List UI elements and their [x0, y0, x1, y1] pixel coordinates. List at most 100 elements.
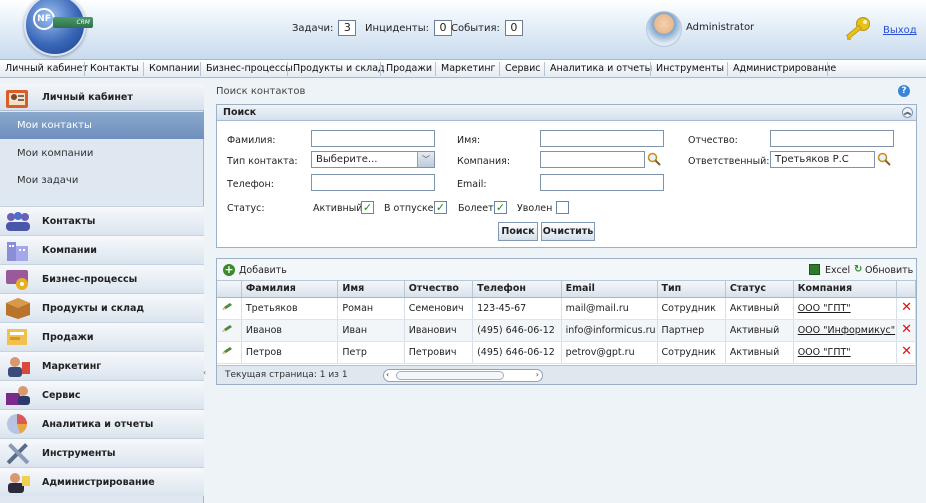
company-search-icon[interactable]	[647, 152, 661, 166]
collapse-icon[interactable]: ︽	[902, 107, 913, 118]
company-link[interactable]: ООО "Информикус"	[798, 325, 895, 336]
column-header[interactable]: Тип	[657, 281, 726, 298]
events-count[interactable]: 0	[504, 20, 523, 36]
sidebar-item-my-tasks[interactable]: Мои задачи	[0, 167, 204, 194]
incidents-count[interactable]: 0	[434, 20, 453, 36]
sidebar-item-analytics[interactable]: Аналитика и отчеты	[0, 409, 204, 438]
sidebar-item-business-processes[interactable]: Бизнес-процессы	[0, 264, 204, 293]
column-header[interactable]: Фамилия	[241, 281, 339, 298]
delete-icon[interactable]: ✕	[901, 322, 912, 337]
edit-cell[interactable]	[217, 319, 242, 342]
events-counter[interactable]: События: 0	[451, 20, 523, 36]
edit-cell[interactable]	[217, 297, 242, 320]
clear-button[interactable]: Очистить	[541, 222, 595, 241]
status-active-checkbox[interactable]: ✓	[361, 201, 374, 214]
add-button[interactable]: Добавить	[239, 265, 287, 276]
search-button[interactable]: Поиск	[498, 222, 538, 241]
top-menu-item[interactable]: Сервис	[505, 63, 541, 74]
top-menu-item[interactable]: Продажи	[386, 63, 432, 74]
status-sick-checkbox[interactable]: ✓	[494, 201, 507, 214]
cell-status: Активный	[725, 341, 794, 364]
refresh-icon[interactable]: ↻	[854, 264, 862, 275]
top-menu-item[interactable]: Компании	[149, 63, 199, 74]
phone-input[interactable]	[311, 174, 435, 191]
cell-phone: 123-45-67	[472, 297, 562, 320]
delete-icon[interactable]: ✕	[901, 344, 912, 359]
logout-link[interactable]: Выход	[883, 25, 917, 36]
column-header[interactable]: Email	[561, 281, 658, 298]
top-menu-item[interactable]: Инструменты	[656, 63, 724, 74]
responsible-input[interactable]: Третьяков Р.С	[770, 151, 875, 168]
top-menu-item[interactable]: Продукты и склад	[293, 63, 385, 74]
chevron-down-icon[interactable]: ﹀	[417, 152, 434, 167]
status-vacation-checkbox[interactable]: ✓	[434, 201, 447, 214]
tasks-counter[interactable]: Задачи: 3	[292, 20, 357, 36]
responsible-search-icon[interactable]	[877, 152, 891, 166]
delete-icon[interactable]: ✕	[901, 300, 912, 315]
table-row[interactable]: Третьяков Роман Семенович 123-45-67 mail…	[217, 297, 916, 320]
sidebar-item-products-warehouse[interactable]: Продукты и склад	[0, 293, 204, 322]
top-menu-item[interactable]: Бизнес-процессы	[206, 63, 293, 74]
column-header[interactable]: Отчество	[404, 281, 474, 298]
top-menu-item[interactable]: Личный кабинет	[5, 63, 88, 74]
sidebar-item-sales[interactable]: Продажи	[0, 322, 204, 351]
column-header[interactable]: Телефон	[472, 281, 562, 298]
company-input[interactable]	[540, 151, 645, 168]
companies-icon	[7, 242, 28, 261]
refresh-button[interactable]: Обновить	[865, 265, 913, 276]
contact-type-select[interactable]: Выберите... ﹀	[311, 151, 435, 168]
sidebar-item-administration[interactable]: Администрирование	[0, 467, 204, 496]
company-link[interactable]: ООО "ГПТ"	[798, 303, 851, 314]
add-icon[interactable]: +	[223, 264, 235, 276]
table-row[interactable]: Петров Петр Петрович (495) 646-06-12 pet…	[217, 341, 916, 364]
lastname-input[interactable]	[311, 130, 435, 147]
help-icon[interactable]: ?	[898, 85, 910, 97]
sidebar-item-my-companies[interactable]: Мои компании	[0, 140, 204, 167]
delete-cell[interactable]: ✕	[896, 341, 916, 364]
column-header[interactable]: Имя	[337, 281, 405, 298]
status-fired-checkbox[interactable]	[556, 201, 569, 214]
edit-pencil-icon[interactable]	[221, 346, 233, 355]
delete-cell[interactable]: ✕	[896, 319, 916, 342]
table-row[interactable]: Иванов Иван Иванович (495) 646-06-12 inf…	[217, 319, 916, 342]
scrollbar-thumb[interactable]	[396, 371, 504, 380]
top-menu-item[interactable]: Администрирование	[733, 63, 836, 74]
edit-cell[interactable]	[217, 341, 242, 364]
edit-pencil-icon[interactable]	[221, 302, 233, 311]
scroll-right-icon[interactable]: ›	[536, 370, 539, 379]
sidebar-item-marketing[interactable]: Маркетинг	[0, 351, 204, 380]
top-menu-item[interactable]: Маркетинг	[441, 63, 496, 74]
cell-company: ООО "ГПТ"	[793, 341, 898, 364]
email-input[interactable]	[540, 174, 664, 191]
menu-separator	[499, 62, 500, 76]
delete-cell[interactable]: ✕	[896, 297, 916, 320]
company-link[interactable]: ООО "ГПТ"	[798, 347, 851, 358]
sidebar-item-label: Продукты и склад	[42, 303, 145, 314]
sidebar-item-service[interactable]: Сервис	[0, 380, 204, 409]
excel-icon[interactable]	[809, 264, 820, 275]
sidebar-item-contacts[interactable]: Контакты	[0, 206, 204, 235]
sidebar-section-personal-cabinet[interactable]: Личный кабинет	[0, 84, 204, 111]
app-logo[interactable]: NF CRM	[24, 0, 93, 56]
sidebar-item-companies[interactable]: Компании	[0, 235, 204, 264]
column-header[interactable]: Компания	[793, 281, 898, 298]
firstname-input[interactable]	[540, 130, 664, 147]
top-menu-item[interactable]: Аналитика и отчеты	[550, 63, 652, 74]
column-header[interactable]: Статус	[725, 281, 794, 298]
horizontal-scrollbar[interactable]: ‹ ›	[383, 369, 543, 382]
company-label: Компания:	[457, 156, 511, 167]
logo-crm-tag: CRM	[53, 17, 93, 28]
sidebar-item-tools[interactable]: Инструменты	[0, 438, 204, 467]
cell-company: ООО "ГПТ"	[793, 297, 898, 320]
sidebar-item-my-contacts[interactable]: Мои контакты	[0, 112, 204, 139]
excel-export-button[interactable]: Excel	[825, 265, 850, 276]
sidebar-collapse-handle[interactable]: ‹	[203, 368, 206, 377]
top-menu-item[interactable]: Контакты	[90, 63, 139, 74]
tasks-count[interactable]: 3	[338, 20, 357, 36]
incidents-counter[interactable]: Инциденты: 0	[365, 20, 453, 36]
scroll-left-icon[interactable]: ‹	[386, 370, 389, 379]
edit-pencil-icon[interactable]	[221, 324, 233, 333]
middlename-input[interactable]	[770, 130, 894, 147]
cell-status: Активный	[725, 319, 794, 342]
sidebar-item-label: Сервис	[42, 390, 81, 401]
